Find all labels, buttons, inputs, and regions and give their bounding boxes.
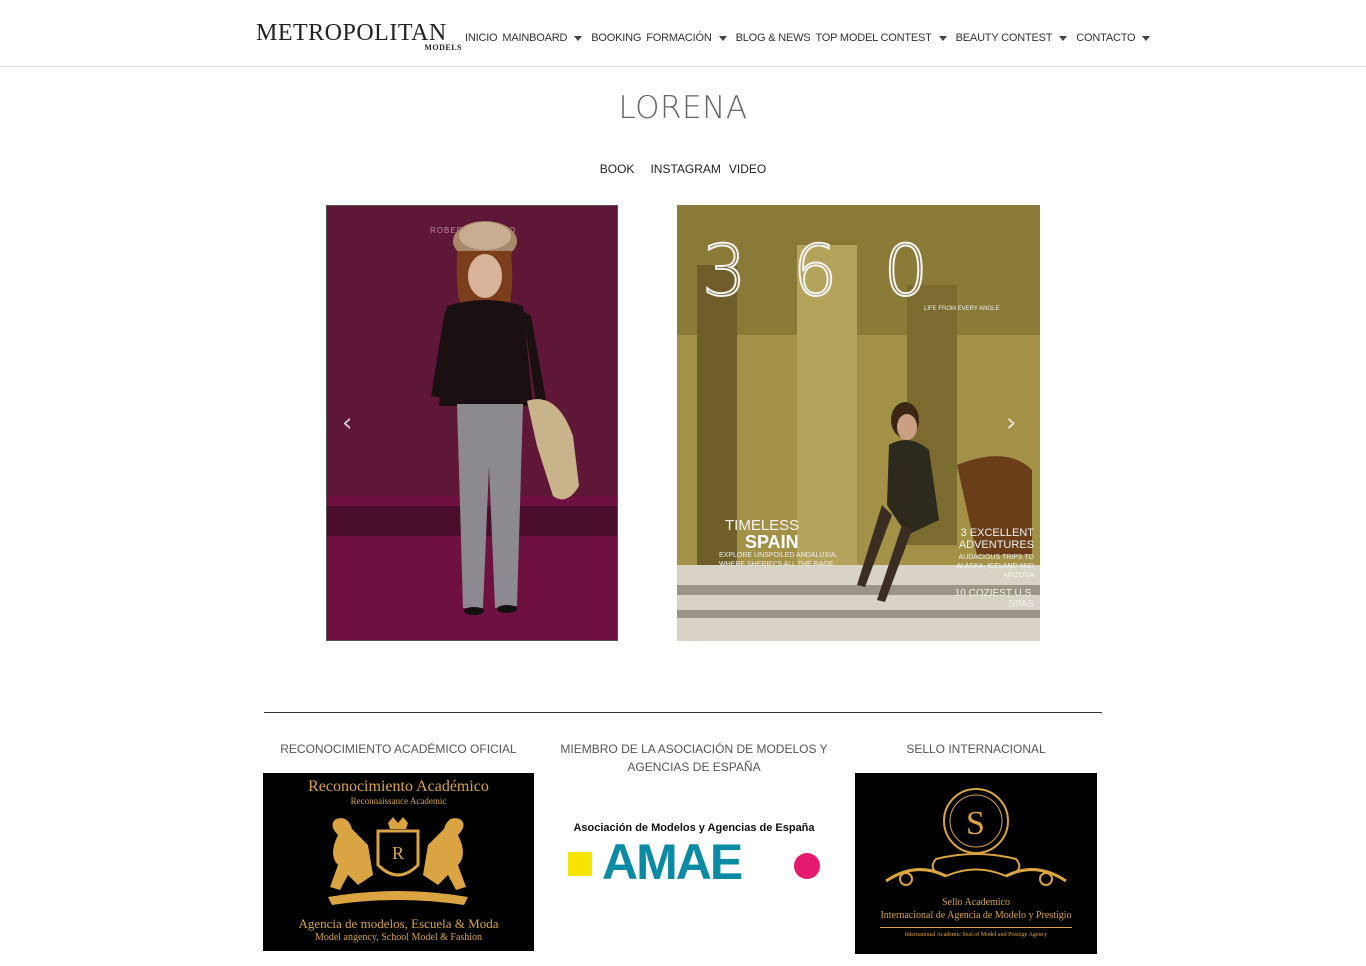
nav-label: MAINBOARD — [502, 32, 568, 44]
carousel-next-arrow-icon[interactable]: › — [1006, 408, 1016, 438]
gallery-photo-runway[interactable]: ROBERTO VERINO — [326, 205, 618, 641]
seal-emblem-icon: S — [885, 788, 1067, 886]
nav-label: CONTACTO — [1076, 32, 1136, 44]
badge3-line1: Sello Academico — [941, 897, 1011, 908]
chevron-down-icon — [718, 35, 727, 41]
nav-label: INICIO — [465, 32, 498, 44]
page-title: LORENA — [618, 90, 748, 126]
nav-item-beauty-contest[interactable]: BEAUTY CONTEST — [956, 32, 1072, 44]
amae-badge[interactable]: Asociación de Modelos y Agencias de Espa… — [558, 810, 830, 890]
cover-side1: 3 EXCELLENT ADVENTURES — [958, 527, 1034, 551]
logo-subtitle: MODELS — [424, 43, 462, 52]
footer-heading-seal: SELLO INTERNACIONAL — [906, 742, 1046, 756]
nav-item-top-model-contest[interactable]: TOP MODEL CONTEST — [815, 32, 950, 44]
amae-wordmark: AMAE — [602, 834, 743, 890]
tab-book[interactable]: BOOK — [600, 162, 635, 176]
badge3-seal-letter: S — [966, 805, 985, 842]
academic-recognition-badge[interactable]: Reconocimiento Académico Reconnaissance … — [263, 773, 534, 951]
nav-item-booking[interactable]: BOOKING — [591, 32, 641, 44]
cover-side3: 10 COZIEST U.S. SPAS — [954, 588, 1034, 610]
magazine-cover-image: 3 6 0 LIFE FROM EVERY ANGLE TIMELESS SPA… — [677, 205, 1040, 641]
nav-label: BOOKING — [591, 32, 642, 44]
chevron-down-icon — [574, 35, 583, 41]
amae-pink-dot — [794, 853, 820, 879]
badge3-line3: International Academic Seal of Model and… — [904, 932, 1048, 938]
cover-dek: EXPLORE UNSPOILED ANDALUSIA, WHERE SHERR… — [719, 552, 838, 568]
amae-yellow-square — [568, 852, 592, 876]
cover-side2: AUDACIOUS TRIPS TO ALASKA, ICELAND AND A… — [956, 554, 1034, 579]
badge1-subtitle: Reconnaissance Academic — [350, 796, 447, 806]
carousel-prev-arrow-icon[interactable]: ‹ — [342, 408, 352, 438]
badge1-line1: Agencia de modelos, Escuela & Moda — [298, 916, 499, 931]
site-header: METROPOLITAN MODELS INICIO MAINBOARD BOO… — [0, 0, 1366, 67]
international-seal-badge[interactable]: S Sello Academico Internacional de Agenc… — [855, 773, 1097, 954]
model-subnav: BOOK INSTAGRAM VIDEO — [0, 162, 1366, 176]
lion-crest-icon: R — [328, 817, 468, 905]
runway-photo-image: ROBERTO VERINO — [327, 206, 617, 640]
nav-item-inicio[interactable]: INICIO — [465, 32, 498, 44]
footer-divider — [264, 712, 1102, 713]
badge3-line2: Internacional de Agencia de Modelo y Pre… — [880, 910, 1072, 921]
nav-item-blog-news[interactable]: BLOG & NEWS — [736, 32, 811, 44]
main-nav: INICIO MAINBOARD BOOKING FORMACIÓN BLOG … — [465, 30, 1159, 46]
amae-full-name: Asociación de Modelos y Agencias de Espa… — [573, 822, 815, 834]
nav-label: TOP MODEL CONTEST — [815, 32, 932, 44]
badge1-crest-letter: R — [392, 843, 404, 863]
nav-item-mainboard[interactable]: MAINBOARD — [502, 32, 586, 44]
tab-instagram[interactable]: INSTAGRAM — [650, 162, 720, 176]
footer-heading-amae: MIEMBRO DE LA ASOCIACIÓN DE MODELOS Y AG… — [560, 742, 828, 774]
badge1-line2: Model angency, School Model & Fashion — [314, 932, 483, 943]
cover-masthead: 3 6 0 — [702, 230, 940, 312]
nav-item-contacto[interactable]: CONTACTO — [1076, 32, 1154, 44]
gallery-photo-magazine-cover[interactable]: 3 6 0 LIFE FROM EVERY ANGLE TIMELESS SPA… — [677, 205, 1040, 641]
site-logo[interactable]: METROPOLITAN MODELS — [256, 20, 462, 56]
cover-headline2: SPAIN — [745, 532, 799, 552]
chevron-down-icon — [938, 35, 947, 41]
badge1-title: Reconocimiento Académico — [308, 778, 489, 795]
footer-heading-academic: RECONOCIMIENTO ACADÉMICO OFICIAL — [280, 742, 517, 756]
nav-item-formacion[interactable]: FORMACIÓN — [646, 32, 730, 44]
nav-label: BLOG & NEWS — [735, 32, 811, 44]
tab-video[interactable]: VIDEO — [729, 162, 766, 176]
cover-tagline: LIFE FROM EVERY ANGLE — [924, 306, 999, 312]
chevron-down-icon — [1059, 35, 1068, 41]
badge3-divider — [880, 927, 1072, 928]
chevron-down-icon — [1142, 35, 1151, 41]
nav-label: BEAUTY CONTEST — [955, 32, 1053, 44]
nav-label: FORMACIÓN — [646, 32, 712, 44]
